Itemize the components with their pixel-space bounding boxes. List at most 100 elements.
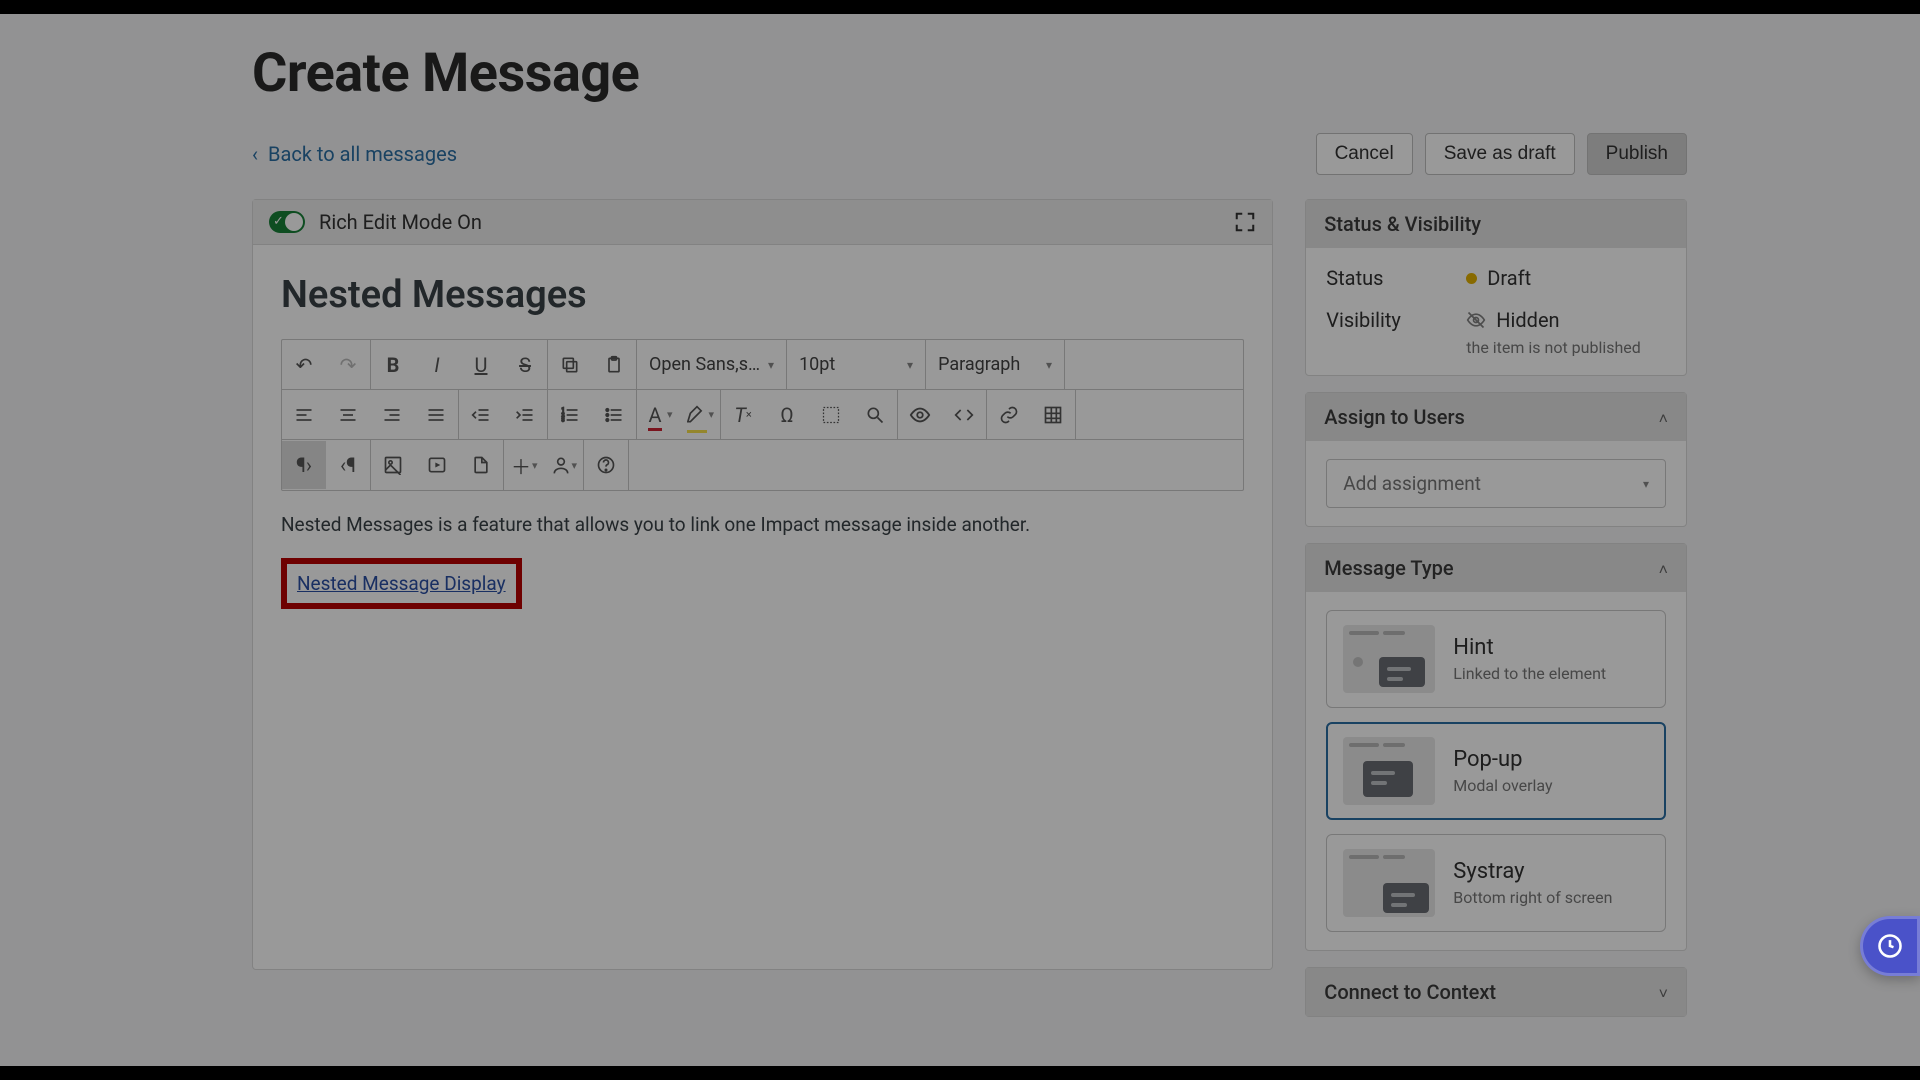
status-visibility-header: Status & Visibility	[1306, 200, 1686, 248]
message-type-systray[interactable]: Systray Bottom right of screen	[1326, 834, 1666, 932]
connect-context-section: Connect to Context	[1305, 967, 1687, 1017]
header-row: ‹ Back to all messages Cancel Save as dr…	[252, 133, 1687, 175]
copy-icon[interactable]	[548, 341, 592, 389]
status-label: Status	[1326, 266, 1456, 290]
chevron-down-icon: ▾	[1046, 358, 1052, 372]
align-justify-icon[interactable]	[414, 391, 458, 439]
chevron-down-icon: ▾	[1643, 477, 1649, 491]
video-icon[interactable]	[415, 441, 459, 489]
message-type-title: Pop-up	[1453, 747, 1552, 772]
section-header-label: Status & Visibility	[1324, 212, 1481, 236]
user-icon[interactable]	[544, 441, 578, 489]
font-family-value: Open Sans,s…	[649, 354, 760, 375]
assign-users-section: Assign to Users Add assignment ▾	[1305, 392, 1687, 527]
eye-off-icon	[1466, 310, 1486, 330]
chevron-up-icon	[1659, 556, 1668, 580]
assign-placeholder: Add assignment	[1343, 472, 1481, 495]
code-icon[interactable]	[942, 391, 986, 439]
paste-icon[interactable]	[592, 341, 636, 389]
visibility-label: Visibility	[1326, 308, 1456, 332]
strike-icon[interactable]: S	[503, 341, 547, 389]
highlight-color-icon[interactable]	[679, 391, 715, 439]
message-type-title: Systray	[1453, 859, 1612, 884]
font-size-select[interactable]: 10pt ▾	[787, 354, 925, 375]
chevron-down-icon: ▾	[768, 358, 774, 372]
special-char-icon[interactable]: Ω	[765, 391, 809, 439]
select-all-icon[interactable]	[809, 391, 853, 439]
editor-toolbar: ↶ ↷ B I U S	[281, 339, 1244, 491]
help-icon[interactable]	[584, 441, 628, 489]
chevron-down-icon: ▾	[907, 358, 913, 372]
back-link[interactable]: ‹ Back to all messages	[252, 142, 457, 166]
search-icon[interactable]	[853, 391, 897, 439]
table-icon[interactable]	[1031, 391, 1075, 439]
clear-format-icon[interactable]: T×	[721, 391, 765, 439]
cancel-button[interactable]: Cancel	[1316, 133, 1413, 175]
outdent-icon[interactable]	[459, 391, 503, 439]
message-type-desc: Modal overlay	[1453, 776, 1552, 795]
editor-spacer[interactable]	[281, 609, 1244, 929]
italic-icon[interactable]: I	[415, 341, 459, 389]
page-title: Create Message	[252, 42, 1687, 105]
section-header-label: Assign to Users	[1324, 405, 1465, 429]
editor-header: ✓ Rich Edit Mode On	[253, 200, 1272, 245]
thumb-icon	[1343, 625, 1435, 693]
svg-text:3: 3	[562, 417, 565, 423]
file-icon[interactable]	[459, 441, 503, 489]
thumb-icon	[1343, 737, 1435, 805]
status-dot-icon	[1466, 273, 1477, 284]
save-draft-button[interactable]: Save as draft	[1425, 133, 1575, 175]
editor-body: Nested Messages ↶ ↷ B I U	[253, 245, 1272, 969]
unordered-list-icon[interactable]	[592, 391, 636, 439]
section-header-label: Connect to Context	[1324, 980, 1496, 1004]
message-type-header[interactable]: Message Type	[1306, 544, 1686, 592]
header-actions: Cancel Save as draft Publish	[1316, 133, 1687, 175]
message-type-popup[interactable]: Pop-up Modal overlay	[1326, 722, 1666, 820]
status-visibility-section: Status & Visibility Status Draft	[1305, 199, 1687, 376]
help-widget-button[interactable]	[1860, 916, 1920, 976]
align-right-icon[interactable]	[370, 391, 414, 439]
nested-message-link[interactable]: Nested Message Display	[297, 572, 506, 595]
rtl-icon[interactable]: ‹¶	[326, 441, 370, 489]
align-left-icon[interactable]	[282, 391, 326, 439]
image-icon[interactable]	[371, 441, 415, 489]
ltr-icon[interactable]: ¶›	[282, 441, 326, 489]
preview-icon[interactable]	[898, 391, 942, 439]
app-page: Create Message ‹ Back to all messages Ca…	[0, 14, 1920, 1066]
bold-icon[interactable]: B	[371, 341, 415, 389]
indent-icon[interactable]	[503, 391, 547, 439]
expand-icon[interactable]	[1234, 211, 1256, 233]
publish-button[interactable]: Publish	[1587, 133, 1687, 175]
main-row: ✓ Rich Edit Mode On Nested Messages	[252, 199, 1687, 1017]
assign-users-select[interactable]: Add assignment ▾	[1326, 459, 1666, 508]
article-title[interactable]: Nested Messages	[281, 273, 1244, 317]
message-type-title: Hint	[1453, 635, 1606, 660]
chevron-left-icon: ‹	[252, 142, 258, 166]
block-format-select[interactable]: Paragraph ▾	[926, 354, 1064, 375]
editor-body-text[interactable]: Nested Messages is a feature that allows…	[281, 513, 1244, 536]
status-value: Draft	[1487, 266, 1531, 290]
redo-icon[interactable]: ↷	[326, 341, 370, 389]
font-family-select[interactable]: Open Sans,s… ▾	[637, 354, 786, 375]
letterbox-bottom	[0, 1066, 1920, 1080]
message-type-hint[interactable]: Hint Linked to the element	[1326, 610, 1666, 708]
underline-icon[interactable]: U	[459, 341, 503, 389]
message-type-desc: Bottom right of screen	[1453, 888, 1612, 907]
letterbox-top	[0, 0, 1920, 14]
link-icon[interactable]	[987, 391, 1031, 439]
sidebar: Status & Visibility Status Draft	[1305, 199, 1687, 1017]
rich-mode-label: Rich Edit Mode On	[319, 210, 482, 234]
assign-users-header[interactable]: Assign to Users	[1306, 393, 1686, 441]
connect-context-header[interactable]: Connect to Context	[1306, 968, 1686, 1016]
block-format-value: Paragraph	[938, 354, 1020, 375]
font-size-value: 10pt	[799, 354, 835, 375]
align-center-icon[interactable]	[326, 391, 370, 439]
visibility-hint: the item is not published	[1466, 338, 1641, 357]
insert-icon[interactable]: ＋	[504, 441, 538, 489]
ordered-list-icon[interactable]: 123	[548, 391, 592, 439]
message-type-section: Message Type Hint Linked	[1305, 543, 1687, 951]
undo-icon[interactable]: ↶	[282, 341, 326, 389]
section-header-label: Message Type	[1324, 556, 1453, 580]
text-color-icon[interactable]: A	[637, 391, 673, 439]
rich-mode-toggle[interactable]: ✓	[269, 211, 305, 233]
